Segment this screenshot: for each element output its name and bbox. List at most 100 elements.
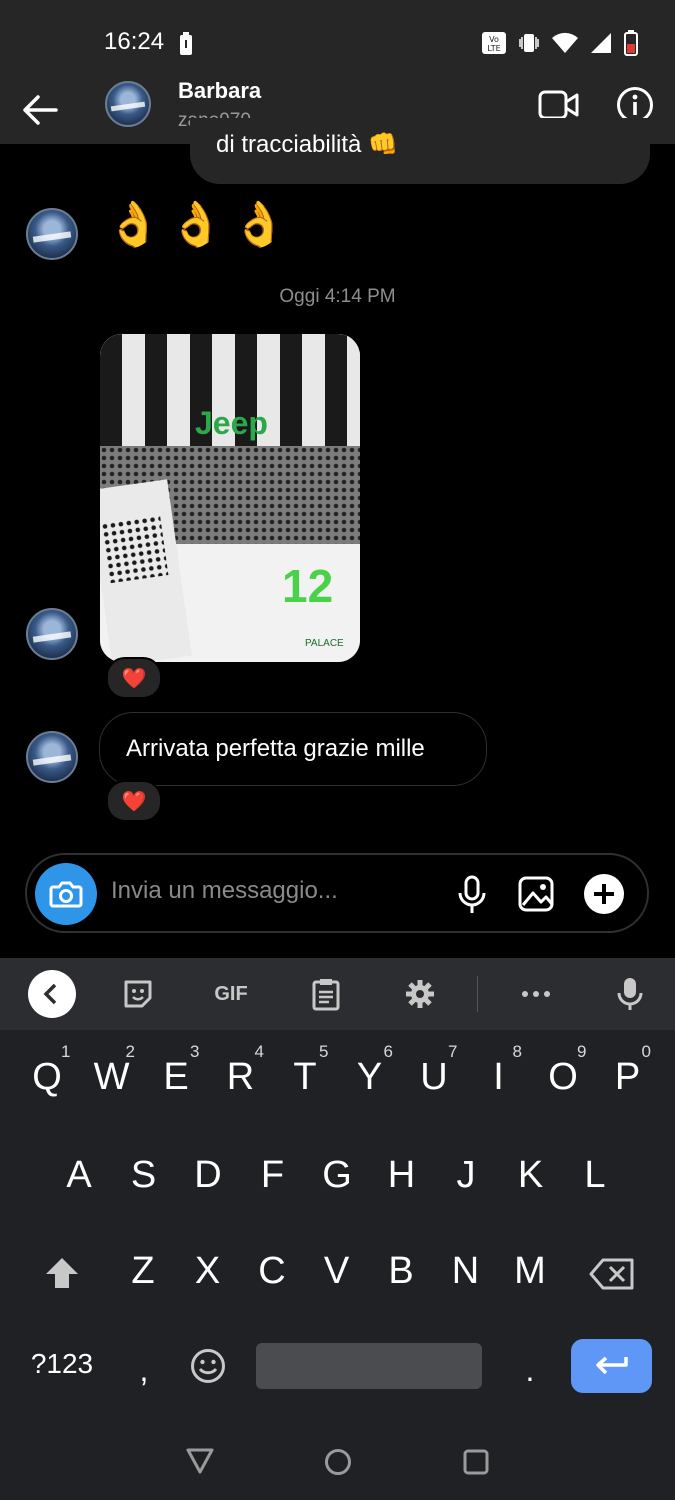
key-number-hint: 2: [125, 1042, 135, 1061]
emoji-icon[interactable]: [190, 1348, 226, 1384]
system-navigation-bar: [0, 1428, 675, 1500]
emoji-message[interactable]: 👌👌👌: [106, 198, 294, 250]
jersey-brand: PALACE: [305, 638, 344, 649]
key-h[interactable]: H: [372, 1154, 432, 1197]
chevron-left-icon: [28, 970, 76, 1018]
jersey-photo: Jeep 12 PALACE: [100, 334, 360, 662]
enter-arrow-icon: [595, 1356, 628, 1375]
key-p[interactable]: P: [598, 1056, 658, 1099]
status-icons: Vo LTE: [481, 30, 639, 56]
signal-icon: [591, 33, 611, 53]
microphone-icon: [617, 978, 643, 1010]
key-m[interactable]: M: [500, 1250, 560, 1293]
sticker-icon: [124, 980, 152, 1008]
key-q[interactable]: Q: [17, 1056, 77, 1099]
key-i[interactable]: I: [469, 1056, 529, 1099]
avatar[interactable]: [26, 731, 78, 783]
jersey-sponsor: Jeep: [195, 405, 268, 441]
key-w[interactable]: W: [82, 1056, 142, 1099]
gear-icon: [406, 980, 434, 1008]
avatar[interactable]: [26, 608, 78, 660]
camera-button[interactable]: [35, 863, 97, 925]
contact-name[interactable]: Barbara: [178, 78, 261, 104]
key-c[interactable]: C: [242, 1250, 302, 1293]
message-composer: Invia un messaggio...: [25, 853, 649, 933]
clipboard-button[interactable]: [304, 958, 348, 1030]
backspace-icon[interactable]: [589, 1258, 635, 1290]
key-l[interactable]: L: [565, 1154, 625, 1197]
video-call-icon[interactable]: [538, 88, 580, 122]
key-k[interactable]: K: [501, 1154, 561, 1197]
key-number-hint: 5: [319, 1042, 329, 1061]
sticker-button[interactable]: [116, 958, 160, 1030]
nav-home-icon[interactable]: [324, 1448, 352, 1476]
battery-saver-icon: [180, 32, 192, 55]
vibrate-icon: [519, 34, 539, 52]
key-n[interactable]: N: [436, 1250, 496, 1293]
key-f[interactable]: F: [243, 1154, 303, 1197]
add-icon[interactable]: [583, 873, 625, 915]
keyboard-toolbar: GIF: [0, 958, 675, 1030]
status-bar: 16:24 Vo LTE: [0, 0, 675, 82]
heart-icon: ❤️: [121, 790, 147, 813]
enter-key[interactable]: [571, 1339, 652, 1393]
message-bubble[interactable]: Arrivata perfetta grazie mille: [99, 712, 487, 786]
key-number-hint: 7: [448, 1042, 458, 1061]
key-u[interactable]: U: [404, 1056, 464, 1099]
key-number-hint: 8: [512, 1042, 522, 1061]
heart-reaction[interactable]: ❤️: [106, 780, 162, 822]
heart-reaction[interactable]: ❤️: [106, 657, 162, 699]
key-y[interactable]: Y: [340, 1056, 400, 1099]
key-v[interactable]: V: [307, 1250, 367, 1293]
key-number-hint: 9: [577, 1042, 587, 1061]
key-e[interactable]: E: [146, 1056, 206, 1099]
microphone-icon[interactable]: [457, 875, 487, 915]
key-t[interactable]: T: [275, 1056, 335, 1099]
volte-icon: VoLTE: [482, 32, 506, 54]
period-key[interactable]: .: [500, 1352, 560, 1389]
shift-icon[interactable]: [44, 1256, 80, 1290]
avatar[interactable]: [105, 81, 151, 127]
photo-message[interactable]: Jeep 12 PALACE: [100, 334, 360, 662]
gallery-icon[interactable]: [517, 875, 555, 913]
gif-button[interactable]: GIF: [204, 958, 258, 1030]
nav-back-icon[interactable]: [186, 1448, 214, 1474]
key-d[interactable]: D: [178, 1154, 238, 1197]
message-input[interactable]: Invia un messaggio...: [111, 877, 338, 905]
timestamp: Oggi 4:14 PM: [279, 286, 396, 307]
collapse-button[interactable]: [27, 958, 77, 1030]
key-o[interactable]: O: [533, 1056, 593, 1099]
voice-input-button[interactable]: [608, 958, 652, 1030]
more-icon: [522, 991, 550, 997]
key-j[interactable]: J: [436, 1154, 496, 1197]
key-number-hint: 6: [383, 1042, 393, 1061]
key-b[interactable]: B: [371, 1250, 431, 1293]
clipboard-icon: [312, 979, 340, 1011]
back-arrow-icon[interactable]: [16, 86, 64, 134]
comma-key[interactable]: ,: [114, 1352, 174, 1389]
symbols-key[interactable]: ?123: [22, 1348, 102, 1380]
key-a[interactable]: A: [49, 1154, 109, 1197]
key-g[interactable]: G: [307, 1154, 367, 1197]
nav-recents-icon[interactable]: [462, 1448, 490, 1476]
key-s[interactable]: S: [114, 1154, 174, 1197]
camera-icon: [49, 881, 83, 908]
status-time: 16:24: [104, 28, 165, 55]
avatar[interactable]: [26, 208, 78, 260]
key-number-hint: 1: [61, 1042, 71, 1061]
key-r[interactable]: R: [211, 1056, 271, 1099]
more-button[interactable]: [514, 958, 558, 1030]
key-number-hint: 0: [641, 1042, 651, 1061]
wifi-icon: [552, 32, 578, 53]
space-bar[interactable]: [256, 1343, 482, 1389]
message-bubble[interactable]: di tracciabilità 👊: [190, 118, 650, 184]
battery-icon: [624, 30, 638, 56]
key-x[interactable]: X: [178, 1250, 238, 1293]
svg-text:Vo: Vo: [489, 35, 499, 44]
message-text: Arrivata perfetta grazie mille: [126, 735, 425, 762]
settings-button[interactable]: [398, 958, 442, 1030]
toolbar-divider: [477, 976, 478, 1012]
heart-icon: ❤️: [121, 667, 147, 690]
key-z[interactable]: Z: [113, 1250, 173, 1293]
jersey-number: 12: [282, 560, 333, 612]
